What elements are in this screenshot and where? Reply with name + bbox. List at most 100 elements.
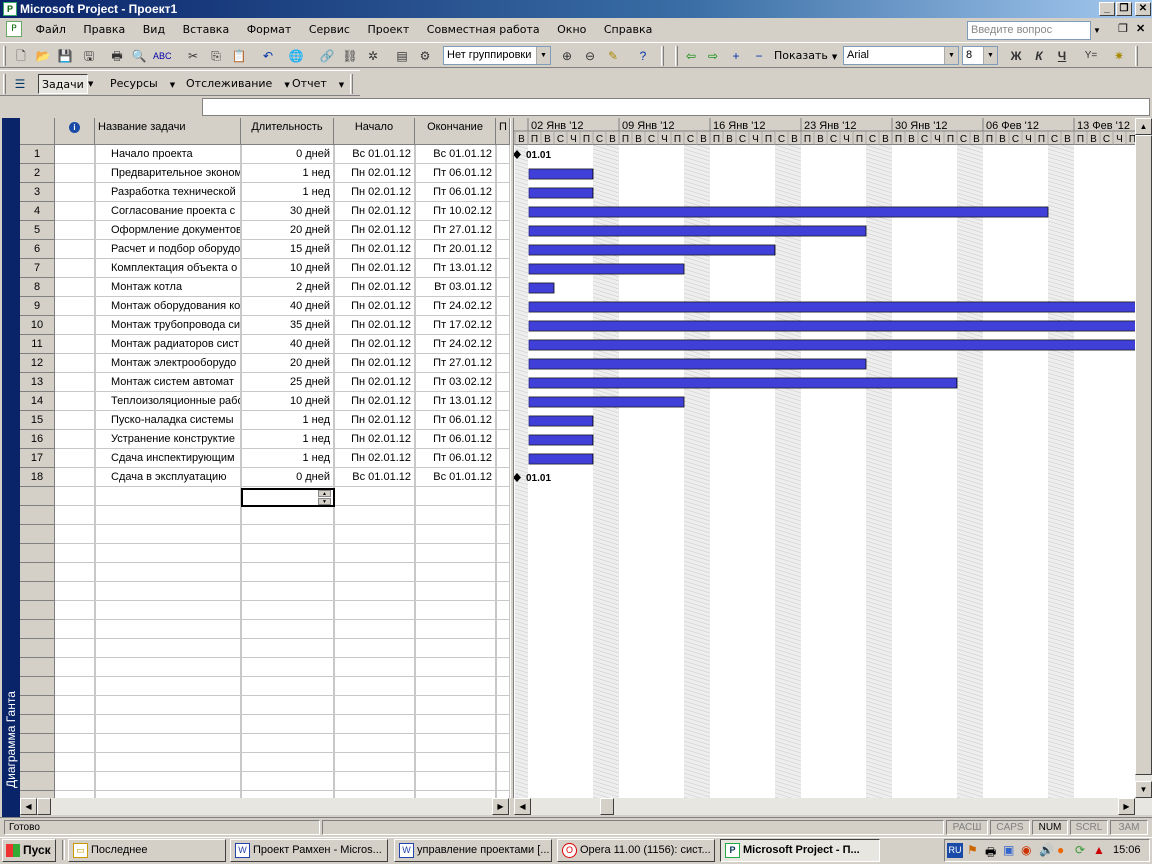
italic-icon[interactable]: К xyxy=(1030,47,1048,65)
cell-duration[interactable] xyxy=(241,601,334,620)
cell-indicator[interactable] xyxy=(55,715,95,734)
cell-duration[interactable]: 30 дней xyxy=(241,202,334,221)
hyperlink-globe-icon[interactable]: 🌐 xyxy=(287,47,305,65)
row-number[interactable] xyxy=(20,620,55,639)
document-icon[interactable]: P xyxy=(6,21,22,37)
cell-start[interactable] xyxy=(334,563,415,582)
cell-start[interactable] xyxy=(334,544,415,563)
cell-start[interactable]: Пн 02.01.12 xyxy=(334,297,415,316)
language-indicator[interactable]: RU xyxy=(947,843,963,858)
report-button[interactable]: Отчет ▼ xyxy=(292,74,344,94)
network-icon[interactable]: ⚑ xyxy=(967,843,978,857)
cell-duration[interactable] xyxy=(241,734,334,753)
cell-finish[interactable] xyxy=(415,734,496,753)
row-number[interactable]: 3 xyxy=(20,183,55,202)
cell-start[interactable] xyxy=(334,639,415,658)
cell-finish[interactable] xyxy=(415,639,496,658)
row-number[interactable] xyxy=(20,506,55,525)
cell-pred[interactable] xyxy=(496,658,510,677)
cell-finish[interactable] xyxy=(415,544,496,563)
row-number[interactable] xyxy=(20,563,55,582)
underline-icon[interactable]: Ч xyxy=(1053,47,1071,65)
cell-duration[interactable]: 10 дней xyxy=(241,259,334,278)
print-icon[interactable]: 🖶 xyxy=(108,47,126,65)
cell-start[interactable]: Пн 02.01.12 xyxy=(334,316,415,335)
cell-duration[interactable]: 20 дней xyxy=(241,221,334,240)
cell-duration[interactable] xyxy=(241,525,334,544)
font-size-select[interactable]: 8 ▼ xyxy=(962,46,998,65)
doc-restore-button[interactable]: ❐ xyxy=(1118,22,1128,35)
cell-finish[interactable]: Пт 06.01.12 xyxy=(415,164,496,183)
cell-indicator[interactable] xyxy=(55,601,95,620)
cell-pred[interactable] xyxy=(496,411,510,430)
hide-subtasks-icon[interactable]: − xyxy=(750,47,768,65)
cell-finish[interactable]: Вт 03.01.12 xyxy=(415,278,496,297)
cell-finish[interactable]: Пт 20.01.12 xyxy=(415,240,496,259)
cell-duration[interactable]: 1 нед xyxy=(241,164,334,183)
cell-indicator[interactable] xyxy=(55,430,95,449)
row-number[interactable]: 14 xyxy=(20,392,55,411)
cell-name[interactable] xyxy=(95,487,241,506)
cell-finish[interactable]: Пт 06.01.12 xyxy=(415,449,496,468)
volume-icon[interactable]: 🔊 xyxy=(1039,843,1054,857)
cell-indicator[interactable] xyxy=(55,202,95,221)
cell-start[interactable]: Пн 02.01.12 xyxy=(334,221,415,240)
cell-name[interactable]: Пуско-наладка системы xyxy=(95,411,241,430)
cell-indicator[interactable] xyxy=(55,658,95,677)
firefox-icon[interactable]: ● xyxy=(1057,843,1064,857)
cell-name[interactable] xyxy=(95,753,241,772)
cell-duration[interactable] xyxy=(241,582,334,601)
cell-pred[interactable] xyxy=(496,734,510,753)
cell-pred[interactable] xyxy=(496,620,510,639)
cell-name[interactable]: Начало проекта xyxy=(95,145,241,164)
cell-pred[interactable] xyxy=(496,221,510,240)
cell-indicator[interactable] xyxy=(55,582,95,601)
cell-finish[interactable]: Вс 01.01.12 xyxy=(415,468,496,487)
row-number[interactable] xyxy=(20,677,55,696)
cell-duration[interactable] xyxy=(241,753,334,772)
scroll-thumb[interactable] xyxy=(37,798,51,815)
cell-indicator[interactable] xyxy=(55,221,95,240)
toolbar-grip[interactable] xyxy=(3,74,6,94)
row-number[interactable] xyxy=(20,772,55,791)
cell-name[interactable] xyxy=(95,715,241,734)
cell-start[interactable]: Вс 01.01.12 xyxy=(334,468,415,487)
cell-indicator[interactable] xyxy=(55,449,95,468)
cell-name[interactable]: Монтаж электрооборудо xyxy=(95,354,241,373)
cell-name[interactable] xyxy=(95,791,241,798)
menu-format[interactable]: Формат xyxy=(240,19,299,41)
cell-pred[interactable] xyxy=(496,772,510,791)
cell-indicator[interactable] xyxy=(55,696,95,715)
cell-indicator[interactable] xyxy=(55,506,95,525)
cell-pred[interactable] xyxy=(496,753,510,772)
cell-pred[interactable] xyxy=(496,297,510,316)
row-number[interactable]: 1 xyxy=(20,145,55,164)
row-number[interactable] xyxy=(20,715,55,734)
cell-pred[interactable] xyxy=(496,259,510,278)
cell-name[interactable] xyxy=(95,601,241,620)
cell-duration[interactable] xyxy=(241,772,334,791)
cell-name[interactable] xyxy=(95,544,241,563)
cell-finish[interactable]: Вс 01.01.12 xyxy=(415,145,496,164)
project-app-icon[interactable]: P xyxy=(3,2,17,16)
cell-name[interactable] xyxy=(95,620,241,639)
cell-name[interactable]: Оформление документов xyxy=(95,221,241,240)
row-number[interactable]: 9 xyxy=(20,297,55,316)
cell-start[interactable] xyxy=(334,677,415,696)
cell-duration[interactable]: 15 дней xyxy=(241,240,334,259)
task-info-icon[interactable]: ▤ xyxy=(393,47,411,65)
cell-pred[interactable] xyxy=(496,563,510,582)
paste-icon[interactable]: 📋 xyxy=(230,47,248,65)
cell-start[interactable]: Пн 02.01.12 xyxy=(334,411,415,430)
cell-indicator[interactable] xyxy=(55,639,95,658)
cell-finish[interactable] xyxy=(415,715,496,734)
cell-name[interactable]: Монтаж оборудования ко xyxy=(95,297,241,316)
cell-duration[interactable]: 1 нед xyxy=(241,411,334,430)
cell-name[interactable] xyxy=(95,525,241,544)
cell-indicator[interactable] xyxy=(55,620,95,639)
cell-pred[interactable] xyxy=(496,582,510,601)
minimize-button[interactable]: _ xyxy=(1099,2,1115,16)
cell-pred[interactable] xyxy=(496,278,510,297)
menu-view[interactable]: Вид xyxy=(136,19,172,41)
row-number[interactable]: 16 xyxy=(20,430,55,449)
